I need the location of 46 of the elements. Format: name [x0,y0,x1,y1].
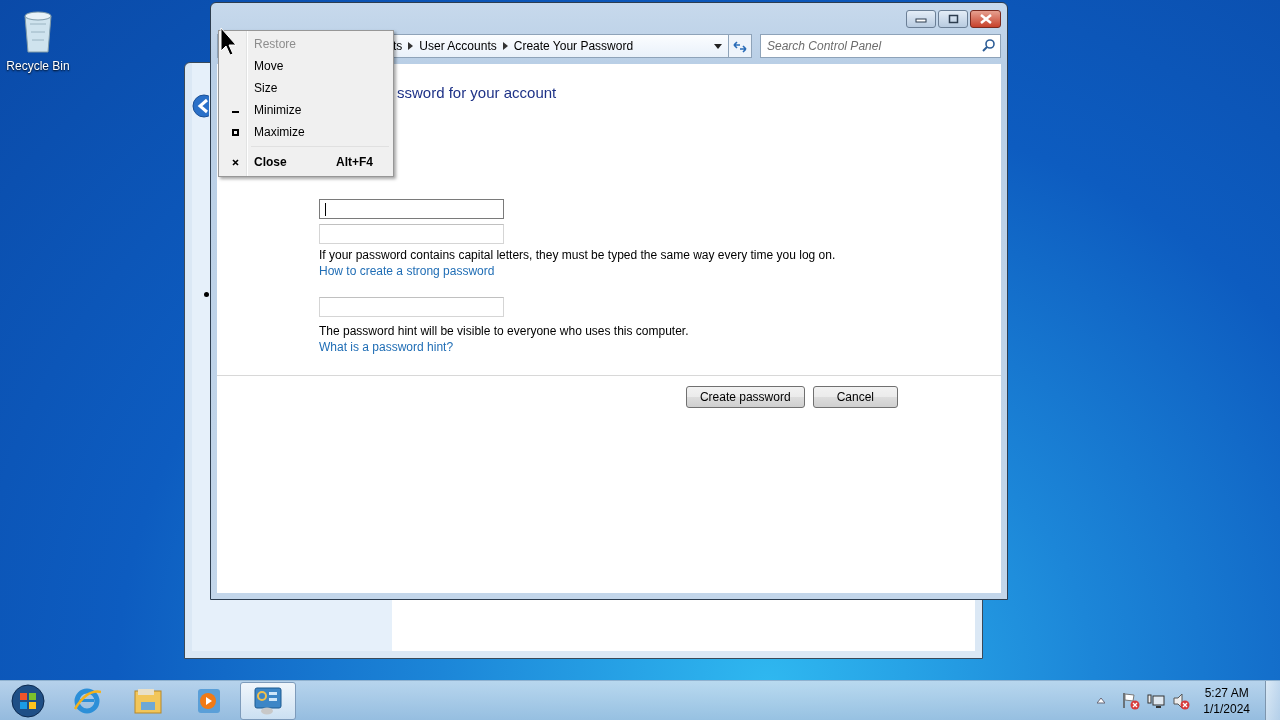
menu-item[interactable]: Maximize [221,121,391,143]
breadcrumb-item[interactable]: Create Your Password [513,39,634,53]
speaker-muted-icon[interactable] [1172,691,1191,710]
breadcrumb-item[interactable]: User Accounts [419,39,497,53]
clock[interactable]: 5:27 AM 1/1/2024 [1203,684,1250,717]
page-heading: ssword for your account [397,84,558,103]
password-field[interactable] [319,224,504,244]
menu-item[interactable]: Close Alt+F4 [221,151,391,173]
dropdown-icon[interactable] [714,43,722,49]
help-text: The password hint will be visible to everyone who uses this computer. [319,323,690,339]
network-icon[interactable] [1147,692,1166,709]
flag-error-icon[interactable] [1122,691,1141,710]
maximize-icon [947,14,959,24]
menu-item[interactable]: Size [221,77,391,99]
icon-label[interactable]: Recycle Bin [6,59,70,73]
hint-field[interactable] [319,297,504,317]
bullet-icon [204,292,209,297]
help-text: If your password contains capital letters, they must be typed the same way every time you log on. [319,247,837,263]
breadcrumb-item[interactable]: ts [393,39,403,53]
maximize-button[interactable] [938,10,968,28]
close-icon [231,158,239,166]
chevron-icon [408,42,414,50]
cancel-button[interactable]: Cancel [812,386,898,408]
cursor-icon [220,27,238,56]
close-button[interactable] [970,10,1001,28]
show-desktop-button[interactable] [1265,681,1280,720]
maximize-icon [231,128,239,136]
chevron-icon [502,42,508,50]
search-field[interactable]: Search Control Panel [760,34,1001,58]
control-panel-icon[interactable] [253,685,283,716]
taskbar-button[interactable] [240,681,296,720]
start-button[interactable] [11,683,45,718]
back-icon[interactable] [192,94,209,118]
password-field[interactable] [319,199,504,219]
search-icon[interactable] [982,39,995,52]
create-password-button[interactable]: Create password [685,386,805,408]
refresh-button[interactable] [728,34,752,58]
menu-item[interactable]: Minimize [221,99,391,121]
help-link[interactable]: How to create a strong password [319,263,495,279]
minimize-icon [231,111,239,113]
refresh-icon [732,39,748,53]
minimize-icon [915,15,927,23]
menu-item[interactable]: Move [221,55,391,77]
help-link[interactable]: What is a password hint? [319,339,454,355]
close-icon [978,13,993,25]
show-hidden-icons-icon[interactable] [1097,697,1106,704]
